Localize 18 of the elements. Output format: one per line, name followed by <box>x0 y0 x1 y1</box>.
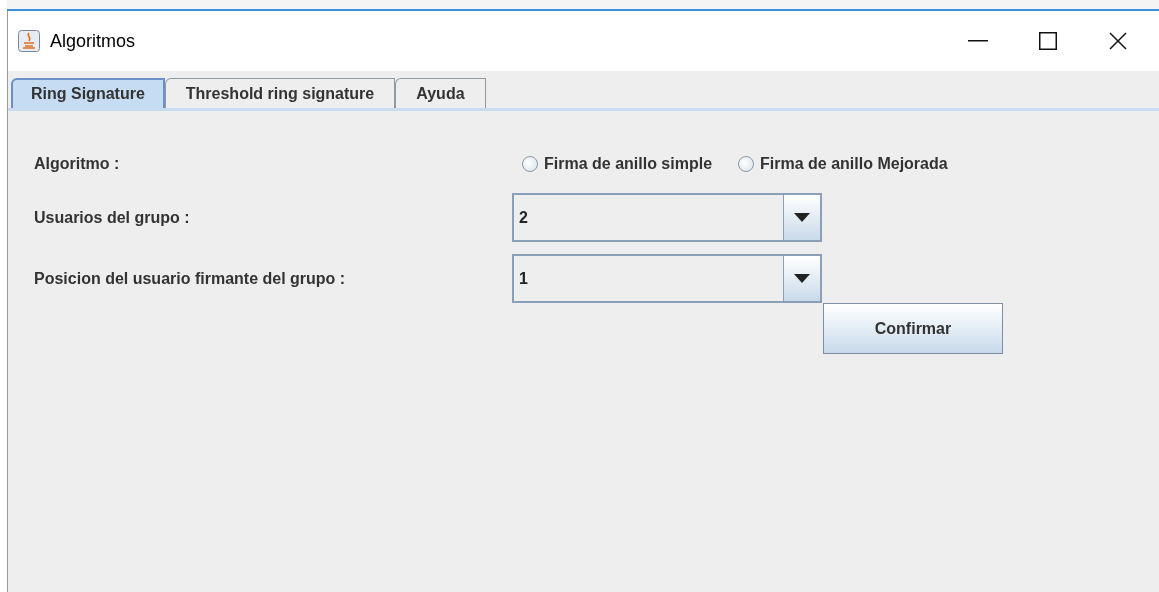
confirm-button[interactable]: Confirmar <box>823 303 1003 354</box>
tab[interactable]: Ayuda <box>395 78 486 108</box>
radio-option[interactable]: Firma de anillo simple <box>522 155 713 173</box>
window-title: Algoritmos <box>50 30 137 52</box>
caret-icon <box>794 274 810 283</box>
minimize-icon <box>968 40 988 42</box>
app-icon <box>18 30 40 52</box>
caret-icon <box>794 213 810 222</box>
radio-option[interactable]: Firma de anillo Mejorada <box>738 155 948 173</box>
signer-position-label: Posicion del usuario firmante del grupo : <box>34 269 347 288</box>
group-users-dropdown[interactable]: 2 <box>512 193 822 242</box>
tab[interactable]: Ring Signature <box>11 78 165 108</box>
signer-position-dropdown[interactable]: 1 <box>512 254 822 303</box>
group-users-label: Usuarios del grupo : <box>34 208 191 227</box>
algorithm-label: Algoritmo : <box>34 155 121 173</box>
tab[interactable]: Threshold ring signature <box>164 78 396 108</box>
close-icon <box>1109 32 1127 50</box>
maximize-icon <box>1039 32 1057 50</box>
